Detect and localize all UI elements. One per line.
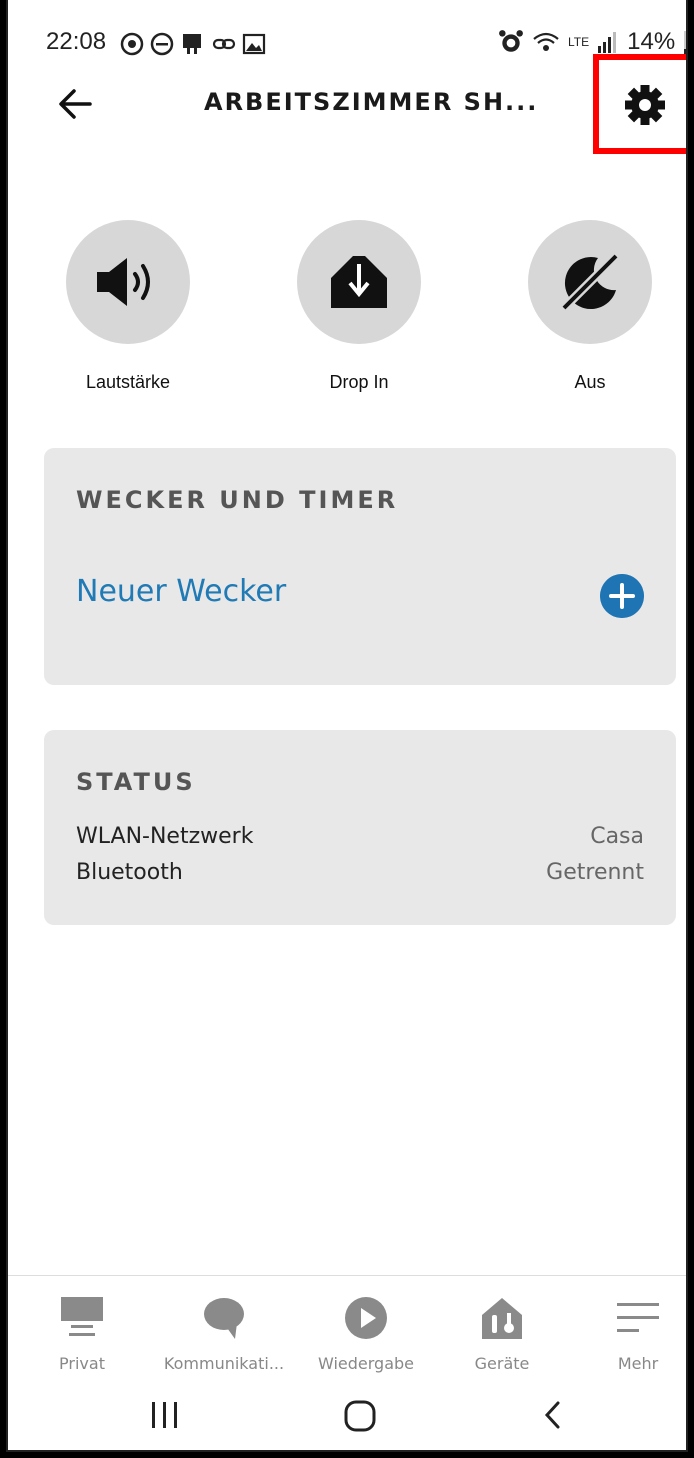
nav-label-mehr: Mehr [617, 1354, 659, 1373]
nav-item-kommunikation[interactable]: Kommunikati... [154, 1292, 294, 1373]
wlan-label: WLAN-Netzwerk [76, 824, 254, 849]
status-heading: STATUS [76, 768, 196, 796]
status-card: STATUS WLAN-Netzwerk Casa Bluetooth Getr… [44, 730, 676, 925]
new-alarm-link[interactable]: Neuer Wecker [76, 574, 286, 609]
do-not-disturb-button[interactable] [528, 220, 652, 344]
chat-bubble-icon [204, 1298, 244, 1339]
alarms-timers-card: WECKER UND TIMER Neuer Wecker [44, 448, 676, 685]
nav-label-privat: Privat [59, 1354, 105, 1373]
bottom-navigation: Privat Kommunikati... Wiedergabe Geräte … [8, 1275, 686, 1385]
system-navigation-bar [8, 1390, 686, 1450]
page-title: ARBEITSZIMMER SH... [204, 88, 539, 116]
bluetooth-value: Getrennt [546, 860, 644, 885]
nav-label-kommunikation: Kommunikati... [163, 1354, 285, 1373]
drop-in-label: Drop In [329, 372, 389, 392]
link-icon [212, 38, 236, 50]
volume-label: Lautstärke [85, 372, 171, 392]
drop-in-button[interactable] [297, 220, 421, 344]
quick-action-volume[interactable]: Lautstärke [38, 220, 218, 393]
device-icon [183, 34, 201, 54]
menu-lines-icon [617, 1303, 659, 1332]
app-screen: 22:08 LTE 14% ARBEITSZIMMER SH... Lautst… [6, 0, 688, 1452]
nav-label-wiedergabe: Wiedergabe [317, 1354, 414, 1373]
back-arrow-icon[interactable] [54, 82, 98, 126]
nav-label-geraete: Geräte [474, 1354, 530, 1373]
network-type: LTE [568, 35, 590, 49]
devices-house-icon [482, 1298, 522, 1339]
add-plus-icon[interactable] [600, 574, 644, 618]
image-icon [242, 33, 266, 55]
quick-action-off[interactable]: Aus [500, 220, 680, 393]
alarms-heading: WECKER UND TIMER [76, 486, 399, 514]
bluetooth-label: Bluetooth [76, 860, 183, 885]
quick-action-drop-in[interactable]: Drop In [269, 220, 449, 393]
off-label: Aus [574, 372, 606, 392]
status-right-group: LTE 14% [498, 28, 686, 56]
app-header: ARBEITSZIMMER SH... [8, 70, 686, 140]
do-not-disturb-moon-icon [560, 252, 620, 312]
recent-apps-icon[interactable] [148, 1398, 182, 1432]
volume-button[interactable] [66, 220, 190, 344]
signal-icon [598, 32, 617, 53]
home-icon [61, 1297, 103, 1336]
play-icon [345, 1297, 387, 1339]
wifi-icon [533, 32, 559, 51]
system-back-icon[interactable] [538, 1398, 568, 1432]
nav-item-wiedergabe[interactable]: Wiedergabe [296, 1292, 436, 1373]
wlan-value: Casa [590, 824, 644, 849]
status-time: 22:08 [46, 28, 107, 55]
dnd-minus-icon [150, 32, 174, 56]
status-bar: 22:08 LTE 14% [8, 20, 686, 64]
sync-icon [120, 32, 144, 56]
status-row-bluetooth: Bluetooth Getrennt [76, 860, 644, 885]
status-row-wlan: WLAN-Netzwerk Casa [76, 824, 644, 849]
home-circle-icon[interactable] [342, 1398, 378, 1434]
alarm-clock-icon [499, 30, 523, 52]
speaker-icon [97, 258, 150, 306]
drop-in-icon [331, 256, 387, 308]
battery-icon [684, 31, 686, 54]
gear-icon[interactable] [620, 80, 670, 130]
nav-item-geraete[interactable]: Geräte [432, 1292, 572, 1373]
nav-item-privat[interactable]: Privat [12, 1292, 152, 1373]
nav-item-mehr[interactable]: Mehr [568, 1292, 686, 1373]
battery-percent: 14% [627, 28, 676, 55]
